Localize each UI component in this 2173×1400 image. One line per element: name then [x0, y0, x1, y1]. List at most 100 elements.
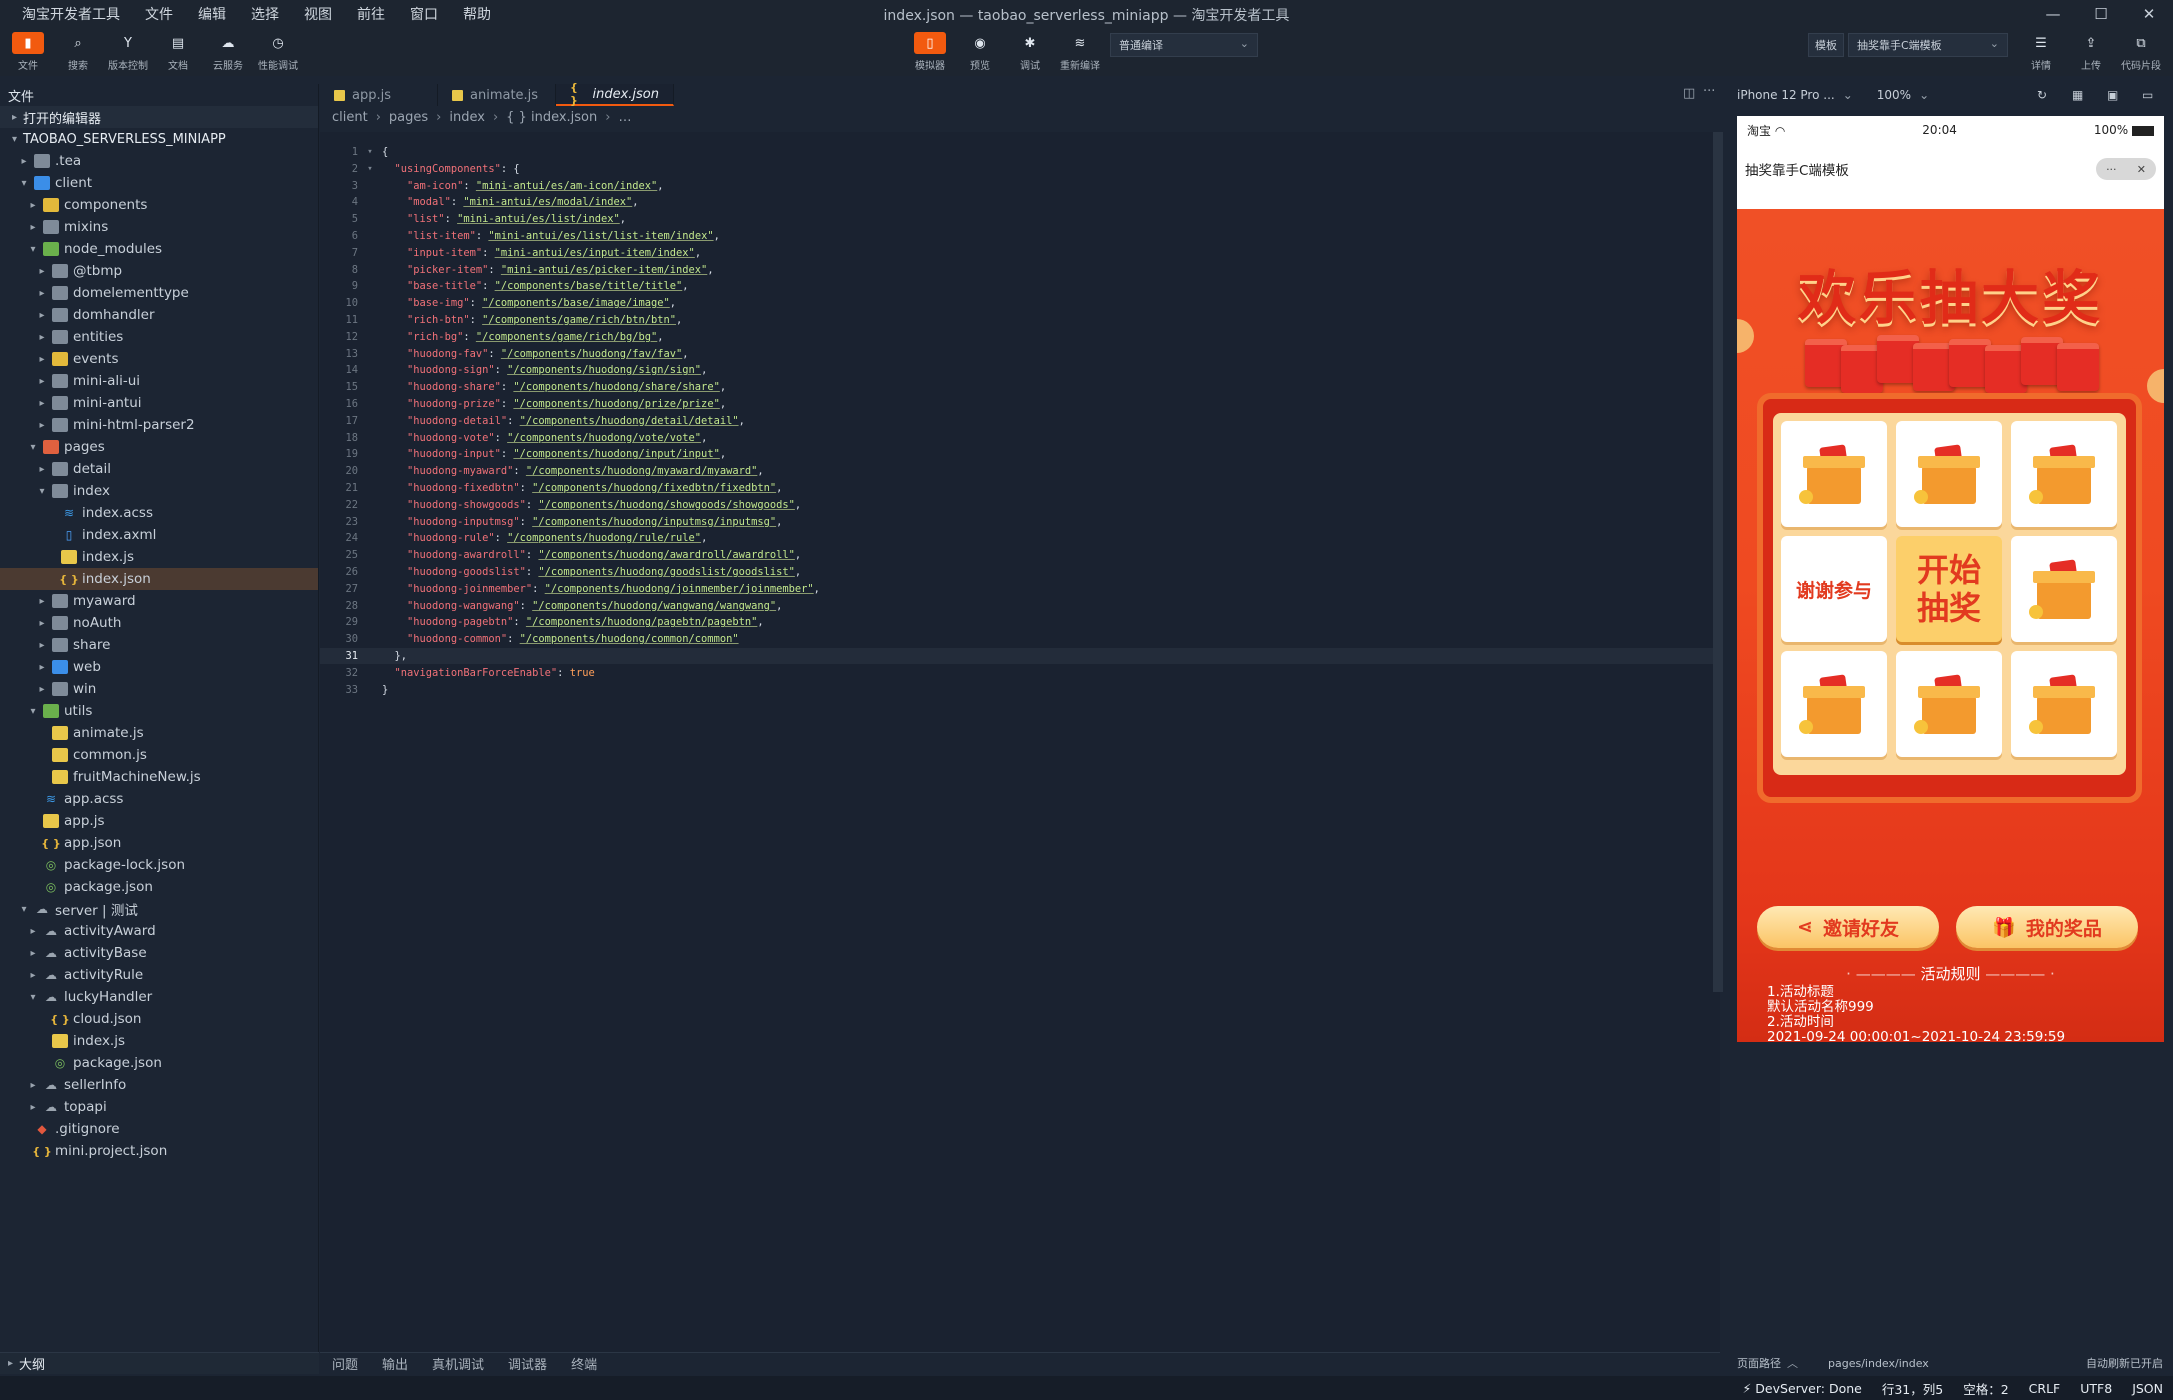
tree-item[interactable]: ▸ noAuth	[0, 612, 318, 634]
bug-button[interactable]: ✱ 调试	[1006, 32, 1054, 73]
window-icon[interactable]: ▭	[2142, 88, 2153, 102]
tree-item[interactable]: ◎ package.json	[0, 1052, 318, 1074]
tree-item[interactable]: ▸ detail	[0, 458, 318, 480]
eol-setting[interactable]: CRLF	[2029, 1381, 2061, 1396]
document-button[interactable]: ▤ 文档	[154, 32, 202, 73]
tree-item[interactable]: { } index.json	[0, 568, 318, 590]
tree-item[interactable]: ▸ win	[0, 678, 318, 700]
tree-item[interactable]: ▾ index	[0, 480, 318, 502]
snippet-button[interactable]: ⧉ 代码片段	[2117, 32, 2165, 73]
tree-item[interactable]: ▸ mini-antui	[0, 392, 318, 414]
invite-friends-button[interactable]: ⋖ 邀请好友	[1757, 906, 1939, 948]
editor-tab[interactable]: animate.js	[438, 84, 556, 106]
menu-item[interactable]: 帮助	[463, 4, 491, 24]
tree-item[interactable]: ▾ node_modules	[0, 238, 318, 260]
tree-item[interactable]: ▸ ☁ topapi	[0, 1096, 318, 1118]
language-mode[interactable]: JSON	[2132, 1381, 2163, 1396]
perf-button[interactable]: ◷ 性能调试	[254, 32, 302, 73]
split-editor-icon[interactable]: ◫	[1683, 86, 1695, 101]
eye-button[interactable]: ◉ 预览	[956, 32, 1004, 73]
tree-item[interactable]: ▸ domhandler	[0, 304, 318, 326]
tree-item[interactable]: ▯ index.axml	[0, 524, 318, 546]
tree-item[interactable]: ▸ @tbmp	[0, 260, 318, 282]
tree-item[interactable]: index.js	[0, 546, 318, 568]
cloud-button[interactable]: ☁ 云服务	[204, 32, 252, 73]
minimize-icon[interactable]: —	[2029, 0, 2077, 28]
tree-item[interactable]: ≋ app.acss	[0, 788, 318, 810]
tree-item[interactable]: ▸ ☁ activityBase	[0, 942, 318, 964]
tree-item[interactable]: ≋ index.acss	[0, 502, 318, 524]
tree-item[interactable]: { } app.json	[0, 832, 318, 854]
phone-simulator[interactable]: 淘宝 ◠ 20:04 100% 抽奖靠手C端模板 ··· ✕ 欢乐抽大奖 谢谢参…	[1737, 116, 2164, 1042]
tree-item[interactable]: ▸ ☁ activityRule	[0, 964, 318, 986]
tree-item[interactable]: ▸ components	[0, 194, 318, 216]
panel-tab[interactable]: 调试器	[508, 1354, 547, 1373]
tree-item[interactable]: ▾ pages	[0, 436, 318, 458]
grid-icon[interactable]: ▦	[2072, 88, 2083, 102]
upload-button[interactable]: ⇪ 上传	[2067, 32, 2115, 73]
menu-item[interactable]: 视图	[304, 4, 332, 24]
menu-item[interactable]: 文件	[145, 4, 173, 24]
tree-item[interactable]: ▸ mini-ali-ui	[0, 370, 318, 392]
menu-item[interactable]: 前往	[357, 4, 385, 24]
cursor-position[interactable]: 行31，列5	[1882, 1379, 1943, 1398]
tree-item[interactable]: common.js	[0, 744, 318, 766]
menu-item[interactable]: 编辑	[198, 4, 226, 24]
panel-tab[interactable]: 输出	[382, 1354, 408, 1373]
tree-item[interactable]: ◎ package.json	[0, 876, 318, 898]
breadcrumb-item[interactable]: pages	[389, 110, 428, 125]
editor-tab[interactable]: { } index.json	[556, 81, 674, 107]
tree-item[interactable]: ▸ entities	[0, 326, 318, 348]
panel-tab[interactable]: 终端	[571, 1354, 597, 1373]
start-lottery-button[interactable]: 开始 抽奖	[1896, 536, 2002, 642]
tree-item[interactable]: { } mini.project.json	[0, 1140, 318, 1162]
phone-button[interactable]: ▯ 模拟器	[906, 32, 954, 72]
branch-button[interactable]: Y 版本控制	[104, 32, 152, 73]
more-actions-icon[interactable]: ···	[1703, 84, 1715, 99]
tree-item[interactable]: ◆ .gitignore	[0, 1118, 318, 1140]
file-button[interactable]: ▮ 文件	[4, 32, 52, 72]
screenshot-icon[interactable]: ▣	[2107, 88, 2118, 102]
tree-item[interactable]: { } cloud.json	[0, 1008, 318, 1030]
outline-section[interactable]: ▸ 大纲	[0, 1352, 319, 1374]
mode-badge[interactable]: 模板	[1808, 33, 1844, 57]
tree-item[interactable]: ▸ myaward	[0, 590, 318, 612]
page-path-label[interactable]: 页面路径	[1737, 1355, 1781, 1371]
search-button[interactable]: ⌕ 搜索	[54, 32, 102, 73]
tree-item[interactable]: ▸ mixins	[0, 216, 318, 238]
tree-item[interactable]: app.js	[0, 810, 318, 832]
encoding-setting[interactable]: UTF8	[2080, 1381, 2112, 1396]
tree-item[interactable]: ▾ ☁ server | 测试	[0, 898, 318, 920]
breadcrumb-item[interactable]: client	[332, 110, 368, 125]
tree-item[interactable]: ▸ ☁ sellerInfo	[0, 1074, 318, 1096]
tree-item[interactable]: ▾ utils	[0, 700, 318, 722]
panel-tab[interactable]: 问题	[332, 1354, 358, 1373]
app-menu[interactable]: 淘宝开发者工具	[22, 4, 120, 24]
project-section[interactable]: ▾ TAOBAO_SERVERLESS_MINIAPP	[0, 128, 318, 150]
tree-item[interactable]: index.js	[0, 1030, 318, 1052]
menu-item[interactable]: 窗口	[410, 4, 438, 24]
mini-program-capsule[interactable]: ··· ✕	[2096, 158, 2156, 180]
zoom-select[interactable]: 100%	[1877, 88, 1911, 102]
panel-tab[interactable]: 真机调试	[432, 1354, 484, 1373]
tree-item[interactable]: ▸ ☁ activityAward	[0, 920, 318, 942]
code-editor[interactable]: 1 ▾{2 ▾ "usingComponents": {3 "am-icon": "…	[320, 132, 1720, 1352]
tree-item[interactable]: ◎ package-lock.json	[0, 854, 318, 876]
editor-scrollbar[interactable]	[1713, 132, 1723, 992]
open-editors-section[interactable]: ▸ 打开的编辑器	[0, 106, 318, 128]
tree-item[interactable]: ▸ web	[0, 656, 318, 678]
breadcrumb-item[interactable]: index	[449, 110, 485, 125]
close-icon[interactable]: ✕	[2137, 163, 2146, 176]
fold-icon[interactable]: ▾	[358, 147, 382, 157]
tree-item[interactable]: ▾ client	[0, 172, 318, 194]
tree-item[interactable]: ▸ .tea	[0, 150, 318, 172]
breadcrumb-item[interactable]: …	[618, 110, 631, 125]
devserver-status[interactable]: ⚡ DevServer: Done	[1743, 1381, 1862, 1396]
my-prizes-button[interactable]: 🎁 我的奖品	[1956, 906, 2138, 948]
fold-icon[interactable]: ▾	[358, 164, 382, 174]
tree-item[interactable]: ▸ domelementtype	[0, 282, 318, 304]
editor-tab[interactable]: app.js	[320, 84, 438, 106]
indent-setting[interactable]: 空格：2	[1963, 1379, 2008, 1398]
tree-item[interactable]: animate.js	[0, 722, 318, 744]
layers-button[interactable]: ≋ 重新编译	[1056, 32, 1104, 73]
